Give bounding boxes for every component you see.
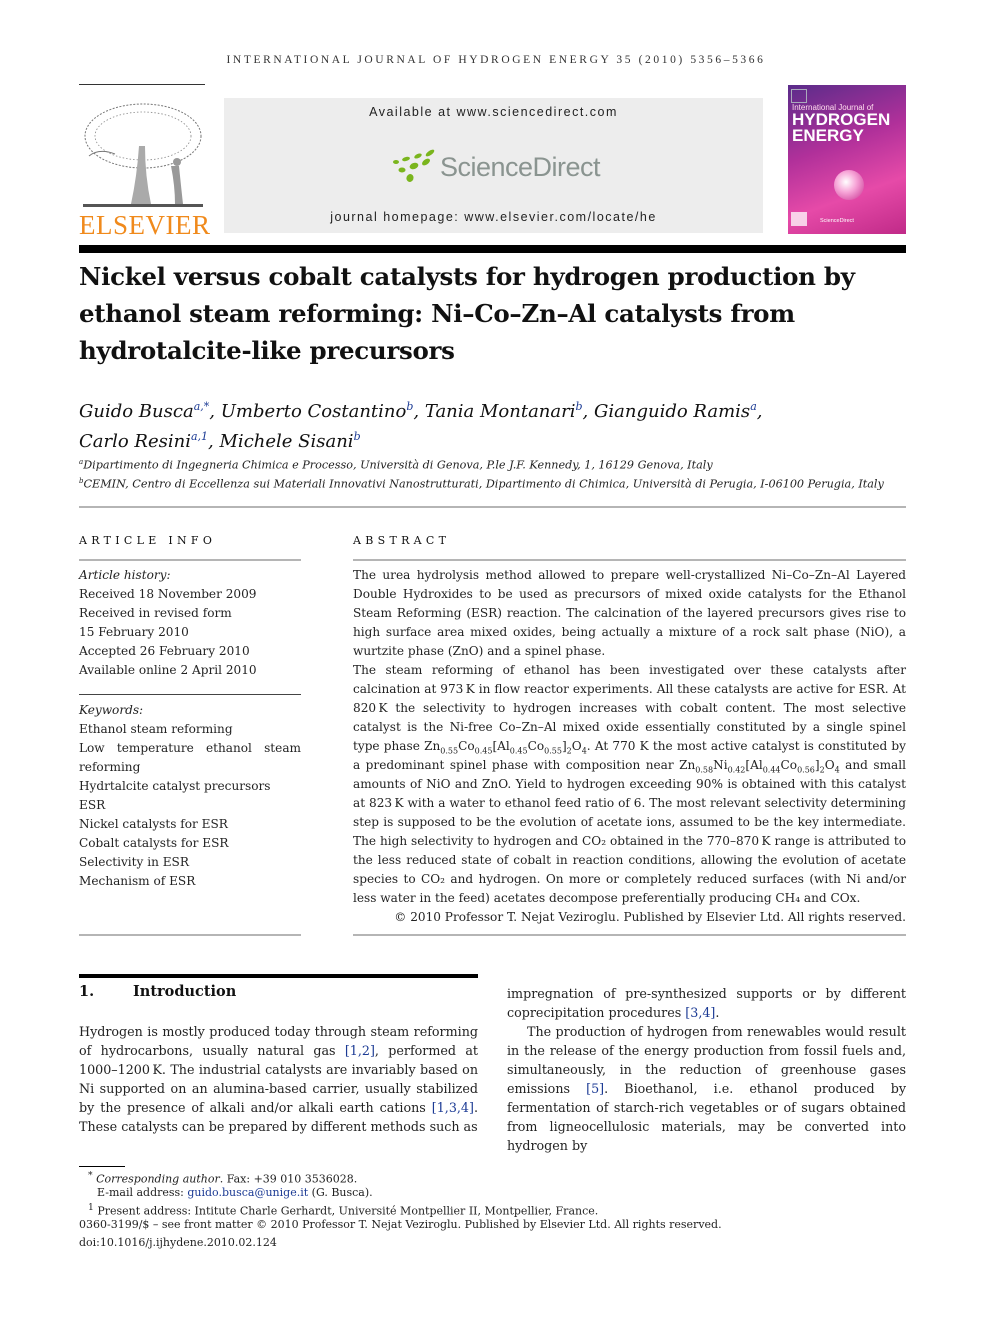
body-paragraph: impregnation of pre-synthesized supports… — [507, 986, 906, 1020]
keyword-item: Low temperature ethanol steam reforming — [79, 741, 301, 774]
article-title: Nickel versus cobalt catalysts for hydro… — [79, 262, 855, 365]
author[interactable]: Carlo Resinia,1 — [79, 430, 208, 452]
elsevier-wordmark: ELSEVIER — [79, 210, 211, 240]
header-rule — [79, 84, 205, 85]
keyword-item: Mechanism of ESR — [79, 874, 196, 888]
author[interactable]: Umberto Costantinob — [221, 400, 414, 422]
keyword-item: ESR — [79, 798, 106, 812]
body-paragraph: The production of hydrogen from renewabl… — [507, 1024, 906, 1153]
doi-link[interactable]: doi:10.1016/j.ijhydene.2010.02.124 — [79, 1236, 277, 1249]
header-divider — [79, 245, 906, 253]
section-heading: 1. Introduction — [79, 983, 237, 1000]
article-history: Article history: Received 18 November 20… — [79, 566, 301, 680]
keyword-item: Cobalt catalysts for ESR — [79, 836, 229, 850]
keyword-item: Ethanol steam reforming — [79, 722, 233, 736]
formula: Zn0.58Ni0.42[Al0.44Co0.56]2O4 — [679, 758, 840, 775]
affiliation-a: aDipartimento di Ingegneria Chimica e Pr… — [79, 458, 713, 472]
history-item: Received in revised form — [79, 606, 232, 620]
author[interactable]: Gianguido Ramisa — [594, 400, 757, 422]
email-link[interactable]: guido.busca@unige.it — [187, 1186, 308, 1199]
history-item: 15 February 2010 — [79, 625, 189, 639]
history-item: Available online 2 April 2010 — [79, 663, 257, 677]
abstract-paragraph: The steam reforming of ethanol has been … — [353, 663, 906, 905]
keywords-end-rule — [79, 934, 301, 936]
keyword-item: Hydrtalcite catalyst precursors — [79, 779, 271, 793]
abstract-label: ABSTRACT — [353, 534, 451, 547]
corresponding-author-note: * Corresponding author. Fax: +39 010 353… — [88, 1170, 358, 1186]
intro-left-column: Hydrogen is mostly produced today throug… — [79, 1022, 478, 1136]
running-head: INTERNATIONAL JOURNAL OF HYDROGEN ENERGY… — [226, 54, 766, 66]
intro-right-column: impregnation of pre-synthesized supports… — [507, 984, 906, 1155]
author[interactable]: Tania Montanarib — [425, 400, 583, 422]
keywords-rule — [79, 694, 301, 695]
citation-link[interactable]: [5] — [586, 1081, 604, 1096]
footnote-rule — [79, 1166, 125, 1167]
cover-hm-logo — [791, 212, 807, 226]
journal-cover-image: International Journal of HYDROGEN ENERGY … — [788, 85, 906, 234]
author[interactable]: Michele Sisanib — [220, 430, 361, 452]
keyword-item: Nickel catalysts for ESR — [79, 817, 228, 831]
formula: Zn0.55Co0.45[Al0.45Co0.55]2O4 — [424, 739, 587, 756]
email-note: E-mail address: guido.busca@unige.it (G.… — [97, 1186, 373, 1199]
author[interactable]: Guido Buscaa,* — [79, 400, 209, 422]
keywords: Keywords: Ethanol steam reforming Low te… — [79, 701, 301, 891]
cover-orb — [834, 170, 864, 200]
citation-link[interactable]: [1,3,4] — [432, 1100, 474, 1115]
abstract-end-rule — [353, 934, 906, 936]
abstract-paragraph: The urea hydrolysis method allowed to pr… — [353, 568, 906, 658]
copyright-notice: © 2010 Professor T. Nejat Veziroglu. Pub… — [394, 910, 906, 924]
article-info-label: ARTICLE INFO — [79, 534, 217, 547]
citation-link[interactable]: [3,4] — [685, 1005, 715, 1020]
affiliation-b: bCEMIN, Centro di Eccellenza sui Materia… — [79, 477, 884, 491]
citation-link[interactable]: [1,2] — [345, 1043, 375, 1058]
section-rule — [79, 974, 478, 978]
elsevier-mini-logo — [791, 89, 807, 103]
abstract-rule — [353, 559, 906, 561]
issn-line: 0360-3199/$ – see front matter © 2010 Pr… — [79, 1218, 722, 1231]
sciencedirect-logo-text: ScienceDirect — [440, 152, 601, 182]
keyword-item: Selectivity in ESR — [79, 855, 189, 869]
abstract-body: The urea hydrolysis method allowed to pr… — [353, 566, 906, 927]
author-list: Guido Buscaa,*, Umberto Costantinob, Tan… — [79, 400, 763, 452]
article-info-rule — [79, 559, 301, 561]
affiliation-divider — [79, 506, 906, 508]
available-at-link[interactable]: Available at www.sciencedirect.com — [224, 105, 763, 119]
present-address-note: 1 Present address: Intitute Charle Gerha… — [88, 1202, 599, 1218]
history-item: Received 18 November 2009 — [79, 587, 257, 601]
body-paragraph: Hydrogen is mostly produced today throug… — [79, 1024, 478, 1134]
journal-homepage-link[interactable]: journal homepage: www.elsevier.com/locat… — [224, 210, 763, 224]
history-item: Accepted 26 February 2010 — [79, 644, 250, 658]
